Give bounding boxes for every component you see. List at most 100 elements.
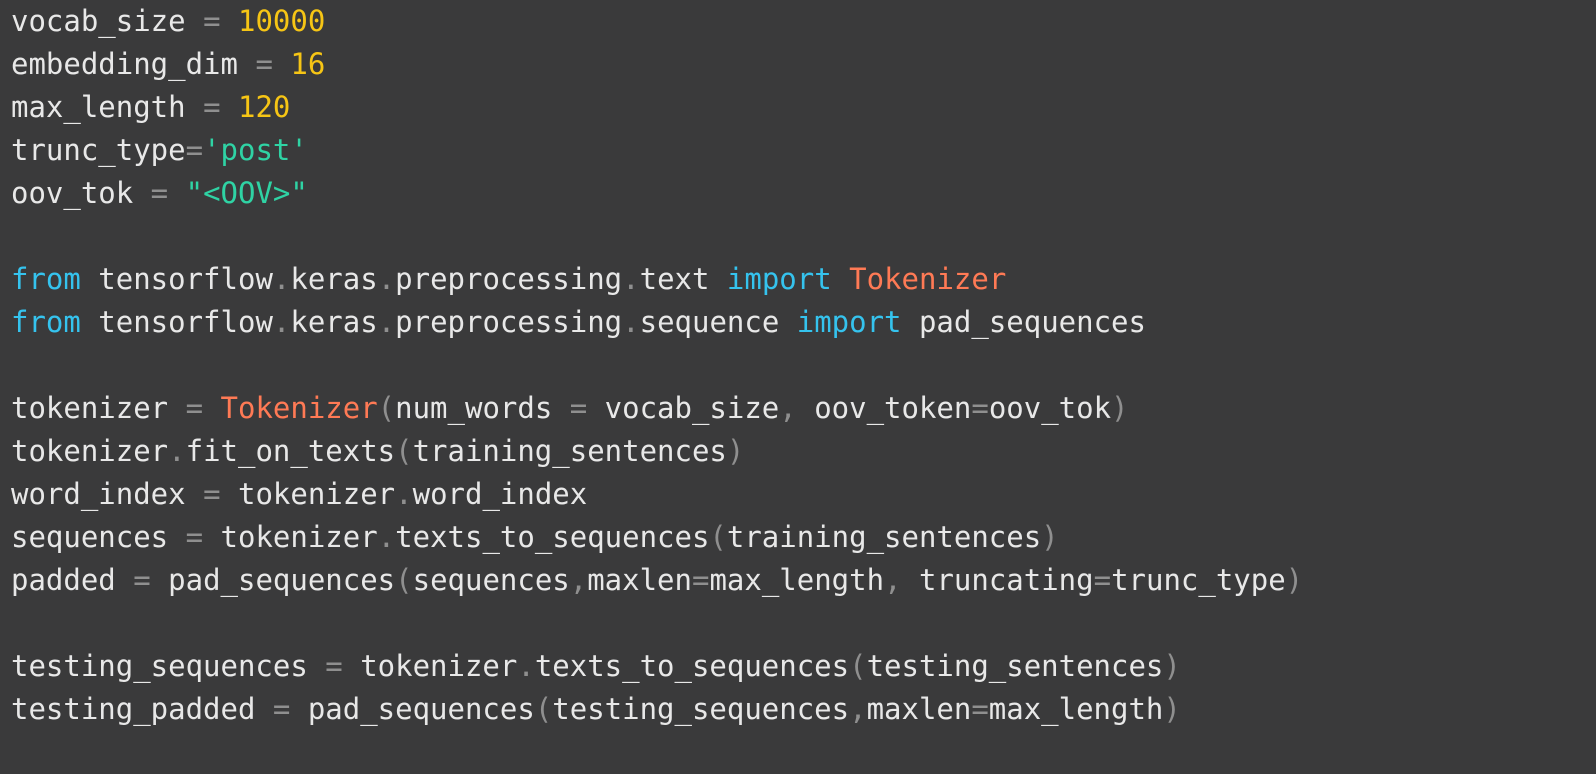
blank-line[interactable] [11,215,1596,258]
code-token-operator: ( [395,563,413,597]
code-token-operator: = [185,90,238,124]
code-line[interactable]: from tensorflow.keras.preprocessing.text… [11,258,1596,301]
code-line[interactable]: padded = pad_sequences(sequences,maxlen=… [11,559,1596,602]
code-token-identifier: vocab_size [604,391,780,425]
code-token-operator: = [185,477,238,511]
code-token-identifier: training_sentences [412,434,727,468]
code-token-identifier: oov_token [814,391,972,425]
code-token-identifier: maxlen [866,692,972,726]
code-token-identifier: num_words [395,391,553,425]
code-token-operator: , [569,563,588,597]
code-token-number-literal: 10000 [238,4,326,38]
code-token-class-name: Tokenizer [220,391,378,425]
code-token-identifier: preprocessing [395,262,623,296]
code-token-operator: = [691,563,710,597]
code-token-identifier: word_index [11,477,186,511]
code-token-operator: . [395,477,413,511]
code-token-identifier: tokenizer [220,520,378,554]
code-token-keyword: import [796,305,902,339]
blank-line[interactable] [11,602,1596,645]
code-token-operator: = [1093,563,1112,597]
code-token-identifier: text [639,262,727,296]
code-token-operator: = [237,47,291,81]
code-token-operator: = [255,692,308,726]
code-line[interactable]: testing_padded = pad_sequences(testing_s… [11,688,1596,731]
code-block[interactable]: vocab_size = 10000 embedding_dim = 16 max_… [11,0,1596,731]
code-token-identifier: testing_sequences [11,649,308,683]
code-token-identifier: tensorflow [80,262,273,296]
code-token-operator: . [168,434,186,468]
code-token-operator: . [272,305,291,339]
code-token-identifier: preprocessing [395,305,623,339]
code-token-identifier: maxlen [587,563,692,597]
code-token-operator: ) [726,434,745,468]
code-token-operator: , [849,692,867,726]
code-token-operator: ( [395,434,413,468]
code-line[interactable]: trunc_type='post' [11,129,1596,172]
code-token-string-literal: "<OOV>" [185,176,308,210]
code-token-operator: . [272,262,291,296]
code-token-operator: . [377,520,396,554]
code-token-operator: , [779,391,815,425]
code-token-identifier: pad_sequences [307,692,535,726]
code-token-identifier: training_sentences [726,520,1042,554]
code-token-operator: = [115,563,169,597]
code-token-operator: . [622,305,640,339]
code-line[interactable]: vocab_size = 10000 [11,0,1596,43]
code-token-string-literal: 'post' [203,133,308,167]
code-token-identifier: padded [11,563,116,597]
code-token-number-literal: 120 [238,90,291,124]
code-token-identifier [832,262,849,296]
code-token-operator: = [133,176,186,210]
code-token-operator: ) [1163,649,1181,683]
code-token-operator: ( [534,692,553,726]
code-line[interactable]: sequences = tokenizer.texts_to_sequences… [11,516,1596,559]
code-token-operator: , [884,563,919,597]
code-token-operator: = [168,391,221,425]
code-token-identifier: tensorflow [80,305,273,339]
code-line[interactable]: from tensorflow.keras.preprocessing.sequ… [11,301,1596,344]
code-token-identifier: vocab_size [11,4,186,38]
code-token-operator: = [185,133,204,167]
blank-line[interactable] [11,344,1596,387]
code-line[interactable]: oov_tok = "<OOV>" [11,172,1596,215]
code-token-identifier: oov_tok [988,391,1112,425]
code-token-identifier: keras [290,262,378,296]
code-token-operator: ( [377,391,396,425]
code-token-identifier: testing_sequences [552,692,850,726]
code-token-operator: = [552,391,605,425]
code-token-operator: . [377,305,396,339]
code-token-operator: = [307,649,361,683]
code-token-operator: . [622,262,640,296]
code-editor[interactable]: vocab_size = 10000 embedding_dim = 16 max_… [0,0,1596,774]
code-line[interactable]: testing_sequences = tokenizer.texts_to_s… [11,645,1596,688]
code-token-identifier: embedding_dim [11,47,238,81]
code-token-identifier: oov_tok [11,176,134,210]
code-token-operator: = [168,520,221,554]
code-token-identifier: max_length [988,692,1164,726]
code-line[interactable]: word_index = tokenizer.word_index [11,473,1596,516]
code-line[interactable]: embedding_dim = 16 [11,43,1596,86]
code-token-operator: = [971,391,989,425]
code-token-identifier: texts_to_sequences [534,649,850,683]
code-line[interactable]: tokenizer = Tokenizer(num_words = vocab_… [11,387,1596,430]
code-token-operator: . [517,649,535,683]
code-token-identifier: testing_padded [11,692,256,726]
code-token-identifier: max_length [11,90,186,124]
code-token-identifier: sequences [11,520,169,554]
code-token-operator: ) [1041,520,1059,554]
code-token-identifier: tokenizer [360,649,518,683]
code-token-identifier: testing_sentences [866,649,1164,683]
code-token-identifier: truncating [918,563,1094,597]
code-line[interactable]: tokenizer.fit_on_texts(training_sentence… [11,430,1596,473]
code-token-operator: ) [1163,692,1181,726]
code-line[interactable]: max_length = 120 [11,86,1596,129]
code-token-operator: ( [709,520,727,554]
code-token-identifier: tokenizer [11,434,169,468]
code-token-identifier: sequence [639,305,797,339]
code-token-identifier: pad_sequences [901,305,1146,339]
code-token-identifier: pad_sequences [168,563,396,597]
code-token-identifier: keras [290,305,378,339]
code-token-operator: . [377,262,396,296]
code-token-number-literal: 16 [290,47,326,81]
